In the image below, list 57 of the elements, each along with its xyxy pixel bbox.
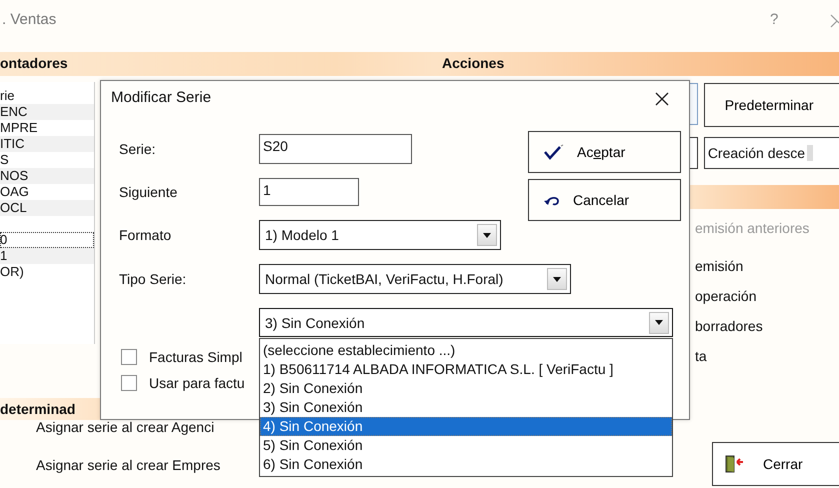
option-label: ta bbox=[695, 347, 708, 365]
dropdown-option[interactable]: 1) B50611714 ALBADA INFORMATICA S.L. [ VeriFactu ] bbox=[260, 360, 672, 379]
button-edge[interactable] bbox=[690, 137, 698, 169]
assign-label: Asignar serie al crear Empres bbox=[36, 457, 220, 473]
accept-button[interactable]: Aceptar bbox=[528, 131, 681, 173]
section-title: Acciones bbox=[442, 55, 504, 71]
order-select[interactable]: Creación desce bbox=[704, 137, 839, 169]
input-field[interactable]: 1 bbox=[259, 178, 359, 206]
list-row[interactable]: MPRE bbox=[0, 120, 94, 136]
list-row[interactable]: OR) bbox=[0, 264, 94, 280]
input-field[interactable]: S20 bbox=[259, 134, 412, 164]
select-field[interactable]: Normal (TicketBAI, VeriFactu, H.Foral) bbox=[259, 264, 571, 294]
dropdown-option[interactable]: 4) Sin Conexión bbox=[260, 417, 672, 436]
option-label: operación bbox=[695, 287, 758, 305]
list-row[interactable]: S bbox=[0, 152, 94, 168]
section-title: ontadores bbox=[0, 55, 68, 71]
section-title: determinad bbox=[0, 398, 102, 420]
close-icon[interactable] bbox=[655, 92, 669, 106]
select-field[interactable]: 3) Sin Conexión bbox=[259, 308, 673, 337]
dropdown-arrow-icon bbox=[483, 232, 491, 238]
dropdown-option[interactable]: 2) Sin Conexión bbox=[260, 379, 672, 398]
checkmark-icon bbox=[543, 144, 565, 160]
assign-label: Asignar serie al crear Agenci bbox=[36, 419, 216, 435]
dialog-title: Modificar Serie bbox=[111, 89, 212, 106]
dropdown-arrow-icon bbox=[655, 320, 663, 325]
checkbox[interactable] bbox=[121, 375, 137, 391]
predeterminar-button[interactable]: Predeterminar bbox=[704, 83, 839, 127]
checkbox-label: Facturas Simpl bbox=[149, 349, 242, 365]
door-icon bbox=[725, 455, 745, 473]
undo-icon bbox=[543, 194, 561, 206]
list-row[interactable]: 0 bbox=[0, 232, 94, 248]
close-button[interactable]: Cerrar bbox=[712, 442, 839, 486]
window-title: . Ventas bbox=[2, 11, 56, 28]
field-label: Siguiente bbox=[119, 184, 178, 200]
field-label: Tipo Serie: bbox=[119, 271, 186, 287]
checkbox[interactable] bbox=[121, 349, 137, 365]
dropdown-option[interactable]: 6) Sin Conexión bbox=[260, 455, 672, 474]
list-row[interactable]: OCL bbox=[0, 200, 94, 216]
series-list[interactable]: rie ENC MPRE ITIC S NOS OAG OCL 0 1 OR) bbox=[0, 82, 95, 344]
list-row[interactable]: ITIC bbox=[0, 136, 94, 152]
select-field[interactable]: 1) Modelo 1 bbox=[259, 220, 501, 250]
dropdown-option[interactable]: 5) Sin Conexión bbox=[260, 436, 672, 455]
dropdown-option[interactable]: 3) Sin Conexión bbox=[260, 398, 672, 417]
list-row[interactable]: OAG bbox=[0, 184, 94, 200]
option-label: borradores bbox=[695, 317, 764, 335]
option-label: emisión anteriores bbox=[695, 219, 810, 237]
list-row[interactable]: rie bbox=[0, 88, 94, 104]
list-row[interactable]: NOS bbox=[0, 168, 94, 184]
cancel-button[interactable]: Cancelar bbox=[528, 179, 681, 221]
option-label: emisión bbox=[695, 257, 744, 275]
list-row[interactable]: 1 bbox=[0, 248, 94, 264]
checkbox-label: Usar para factu bbox=[149, 375, 245, 391]
field-label: Formato bbox=[119, 227, 172, 243]
list-row[interactable]: ENC bbox=[0, 104, 94, 120]
dropdown-option[interactable]: (seleccione establecimiento ...) bbox=[260, 341, 672, 360]
dropdown-arrow-icon bbox=[553, 276, 561, 282]
field-label: Serie: bbox=[119, 141, 156, 157]
